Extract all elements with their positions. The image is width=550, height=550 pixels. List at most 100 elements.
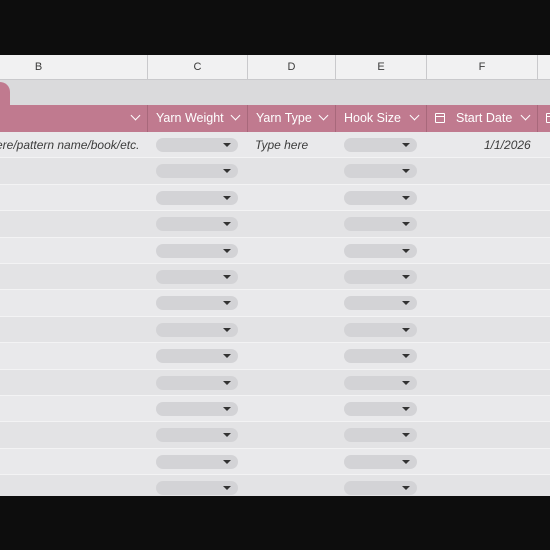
caret-down-icon bbox=[223, 486, 231, 491]
caret-down-icon bbox=[223, 248, 231, 253]
caret-down-icon bbox=[223, 327, 231, 332]
caret-down-icon bbox=[402, 407, 410, 411]
caret-down-icon bbox=[402, 222, 410, 227]
table-row bbox=[0, 158, 550, 185]
caret-down-icon bbox=[402, 486, 410, 491]
hook-size-dropdown[interactable] bbox=[344, 217, 417, 232]
calendar-icon bbox=[546, 113, 550, 123]
hook-size-dropdown[interactable] bbox=[344, 454, 417, 469]
caret-down-icon bbox=[223, 195, 231, 200]
header-label: Start Date bbox=[456, 111, 513, 125]
hook-size-dropdown[interactable] bbox=[344, 296, 417, 311]
caret-down-icon bbox=[223, 407, 231, 411]
table-row bbox=[0, 316, 550, 344]
column-letter-d[interactable]: D bbox=[248, 55, 336, 79]
yarn-weight-dropdown[interactable] bbox=[156, 322, 238, 337]
caret-down-icon bbox=[223, 380, 231, 385]
caret-down-icon bbox=[402, 275, 410, 279]
header-label: Yarn Type bbox=[256, 111, 312, 125]
column-letter-b[interactable]: B bbox=[0, 55, 148, 79]
yarn-weight-dropdown[interactable] bbox=[156, 243, 238, 258]
caret-down-icon bbox=[402, 248, 410, 253]
yarn-weight-dropdown[interactable] bbox=[156, 164, 238, 179]
yarn-weight-dropdown[interactable] bbox=[156, 481, 238, 496]
table-row bbox=[0, 475, 550, 496]
caret-down-icon bbox=[223, 354, 231, 359]
hook-size-dropdown[interactable] bbox=[344, 402, 417, 416]
table-row bbox=[0, 264, 550, 291]
table-row bbox=[0, 449, 550, 476]
yarn-weight-dropdown[interactable] bbox=[156, 402, 238, 416]
yarn-weight-dropdown[interactable] bbox=[156, 190, 238, 205]
column-letter-c[interactable]: C bbox=[148, 55, 248, 79]
caret-down-icon bbox=[402, 195, 410, 200]
caret-down-icon bbox=[223, 459, 231, 464]
caret-down-icon bbox=[223, 169, 231, 174]
hook-size-dropdown[interactable] bbox=[344, 481, 417, 496]
column-header-bar: B C D E F bbox=[0, 55, 550, 80]
caret-down-icon bbox=[402, 143, 410, 147]
header-start-date[interactable]: Start Date bbox=[427, 105, 538, 132]
yarn-weight-dropdown[interactable] bbox=[156, 296, 238, 311]
header-hook-size[interactable]: Hook Size bbox=[336, 105, 427, 132]
yarn-weight-dropdown[interactable] bbox=[156, 138, 238, 152]
table-row bbox=[0, 290, 550, 317]
caret-down-icon bbox=[223, 222, 231, 227]
hook-size-dropdown[interactable] bbox=[344, 190, 417, 205]
table-row: ere/pattern name/book/etc. Type here 1/1/2… bbox=[0, 132, 550, 159]
spreadsheet: B C D E F Yarn Weight Yarn Type Hook Siz… bbox=[0, 55, 550, 496]
caret-down-icon bbox=[402, 169, 410, 174]
caret-down-icon bbox=[223, 301, 231, 306]
header-label: Yarn Weight bbox=[156, 111, 224, 125]
start-date-cell[interactable]: 1/1/2026 bbox=[484, 132, 531, 158]
chevron-down-icon[interactable] bbox=[230, 110, 241, 121]
header-yarn-weight[interactable]: Yarn Weight bbox=[148, 105, 248, 132]
hook-size-dropdown[interactable] bbox=[344, 428, 417, 443]
caret-down-icon bbox=[402, 433, 410, 438]
header-pattern[interactable] bbox=[0, 105, 148, 132]
yarn-weight-dropdown[interactable] bbox=[156, 454, 238, 469]
table-row bbox=[0, 211, 550, 238]
pattern-cell[interactable]: ere/pattern name/book/etc. bbox=[0, 132, 139, 158]
header-next[interactable] bbox=[538, 105, 550, 132]
caret-down-icon bbox=[223, 433, 231, 438]
hook-size-dropdown[interactable] bbox=[344, 322, 417, 337]
hook-size-dropdown[interactable] bbox=[344, 349, 417, 364]
yarn-weight-dropdown[interactable] bbox=[156, 217, 238, 232]
header-yarn-type[interactable]: Yarn Type bbox=[248, 105, 336, 132]
hook-size-dropdown[interactable] bbox=[344, 270, 417, 284]
chevron-down-icon[interactable] bbox=[520, 110, 531, 121]
caret-down-icon bbox=[223, 275, 231, 279]
chevron-down-icon[interactable] bbox=[130, 110, 141, 121]
column-letter-e[interactable]: E bbox=[336, 55, 427, 79]
hook-size-dropdown[interactable] bbox=[344, 164, 417, 179]
column-letter-f[interactable]: F bbox=[427, 55, 538, 79]
header-label: Hook Size bbox=[344, 111, 401, 125]
column-letter-g[interactable] bbox=[538, 55, 550, 79]
table-row bbox=[0, 343, 550, 370]
hook-size-dropdown[interactable] bbox=[344, 375, 417, 390]
table-row bbox=[0, 396, 550, 423]
yarn-weight-dropdown[interactable] bbox=[156, 270, 238, 284]
caret-down-icon bbox=[402, 459, 410, 464]
caret-down-icon bbox=[402, 301, 410, 306]
hook-size-dropdown[interactable] bbox=[344, 138, 417, 152]
table-row bbox=[0, 238, 550, 264]
calendar-icon bbox=[435, 113, 445, 123]
caret-down-icon bbox=[402, 354, 410, 359]
table-row bbox=[0, 422, 550, 449]
table-header: Yarn Weight Yarn Type Hook Size Start Da… bbox=[0, 105, 550, 132]
yarn-weight-dropdown[interactable] bbox=[156, 375, 238, 390]
chevron-down-icon[interactable] bbox=[409, 110, 420, 121]
yarn-type-cell[interactable]: Type here bbox=[255, 132, 308, 158]
yarn-weight-dropdown[interactable] bbox=[156, 349, 238, 364]
yarn-weight-dropdown[interactable] bbox=[156, 428, 238, 443]
hook-size-dropdown[interactable] bbox=[344, 243, 417, 258]
table-tab-strip bbox=[0, 80, 550, 106]
table-row bbox=[0, 369, 550, 396]
table-tab[interactable] bbox=[0, 82, 10, 106]
caret-down-icon bbox=[402, 327, 410, 332]
table-row bbox=[0, 185, 550, 212]
chevron-down-icon[interactable] bbox=[318, 110, 329, 121]
caret-down-icon bbox=[402, 380, 410, 385]
